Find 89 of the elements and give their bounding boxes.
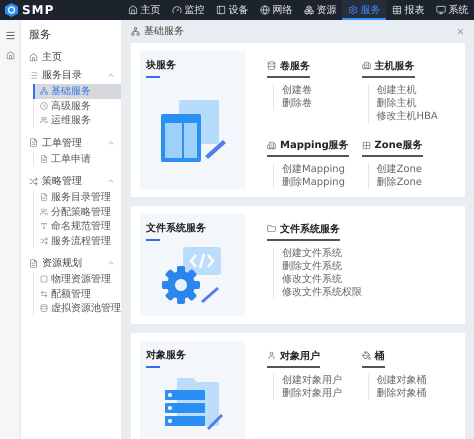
shuffle-icon [29,176,38,186]
gear-icon [348,5,358,15]
sidebar-item[interactable]: 资源规划 [21,254,121,272]
users-icon [40,208,48,216]
network-icon [40,87,48,96]
home-icon [29,52,38,62]
service-link[interactable]: 删除主机 [376,96,456,110]
nav-tab[interactable]: 系统 [430,0,474,20]
service-link[interactable]: 删除对象桶 [376,386,456,400]
service-link[interactable]: 创建卷 [282,84,362,96]
nav-tab[interactable]: 服务 [342,0,386,20]
building-icon [267,140,276,150]
group-title: 文件系统服务 [267,222,340,240]
database-icon [40,304,48,312]
monitor-icon [436,5,446,15]
shuffle-icon [40,236,48,245]
nav-tab[interactable]: 主页 [122,0,166,20]
service-link[interactable]: 创建主机 [376,84,456,96]
nav-tab[interactable]: 网络 [254,0,298,20]
sidebar-subitem[interactable]: 物理资源管理 [33,272,121,286]
document-icon [29,258,38,268]
close-icon[interactable] [456,26,465,36]
nav-tab[interactable]: 设备 [210,0,254,20]
sidebar-subitem[interactable]: 分配策略管理 [33,204,121,219]
document-check-icon [40,193,48,202]
building-icon [362,61,370,70]
list-icon [29,70,38,80]
globe-icon [260,5,270,15]
clock-icon [40,102,48,110]
sidebar-item[interactable]: 策略管理 [21,172,121,190]
sidebar-subitem[interactable]: 命名规范管理 [33,219,121,234]
group-title: Mapping服务 [267,138,349,157]
bucket-icon [362,351,370,360]
sidebar-subitem[interactable]: 服务目录管理 [33,190,121,204]
service-link[interactable]: 删除卷 [282,96,362,110]
home-icon [128,5,138,15]
sidebar-subitem[interactable]: 运维服务 [33,113,121,128]
service-link[interactable]: 删除文件系统 [282,260,362,272]
sidebar-subitem[interactable]: 工单申请 [33,152,121,166]
service-link[interactable]: 修改文件系统 [282,272,362,286]
home-icon[interactable] [6,51,14,60]
breadcrumb-text: 基础服务 [144,24,185,38]
group-title: 主机服务 [362,58,414,78]
document-icon [40,154,48,163]
logo-icon [5,3,18,17]
card-title: 文件系统服务 [146,222,207,235]
gauge-icon [172,5,182,15]
users-icon [40,116,48,124]
user-icon [267,351,276,360]
text-icon [40,222,48,230]
sidebar-subitem[interactable]: 配额管理 [33,286,121,301]
nav-tab[interactable]: 报表 [386,0,430,20]
service-link[interactable]: 创建Zone [376,163,456,176]
service-link[interactable]: 创建对象桶 [376,374,456,386]
square-icon [40,275,48,284]
group-title: 卷服务 [267,58,310,78]
service-link[interactable]: 创建文件系统 [282,246,362,260]
sidebar-subitem[interactable]: 虚拟资源池管理 [33,301,121,316]
network-icon [131,26,140,36]
service-link[interactable]: 删除Zone [376,176,456,189]
sidebar-title: 服务 [28,27,52,43]
panel-icon [216,5,226,15]
database-icon [267,61,276,70]
card-title: 对象服务 [146,348,187,362]
table-icon [392,5,402,15]
service-link[interactable]: 创建Mapping [282,163,362,176]
sidebar-item[interactable]: 工单管理 [21,134,121,152]
service-link[interactable]: 删除对象用户 [282,386,362,400]
menu-icon[interactable] [4,30,16,41]
document-icon [29,138,38,147]
card-title: 块服务 [146,58,177,72]
service-link[interactable]: 修改文件系统权限 [282,286,362,298]
sidebar-subitem[interactable]: 高级服务 [33,98,121,113]
nav-tab[interactable]: 监控 [166,0,210,20]
service-link[interactable]: 删除Mapping [282,176,362,189]
logo-text: SMP [22,3,54,17]
group-title: Zone服务 [362,138,423,157]
arrows-icon [40,290,48,298]
boxes-icon [304,5,314,15]
service-link[interactable]: 修改主机HBA [376,110,456,122]
nav-tab[interactable]: 资源 [298,0,342,20]
folder-icon [267,224,276,233]
group-title: 桶 [362,348,384,368]
group-title: 对象用户 [267,348,320,368]
grid-icon [362,140,370,150]
sidebar-subitem[interactable]: 服务流程管理 [33,234,121,248]
sidebar-item[interactable]: 服务目录 [21,66,121,84]
service-link[interactable]: 创建对象用户 [282,374,362,386]
sidebar-item[interactable]: 主页 [21,48,121,66]
